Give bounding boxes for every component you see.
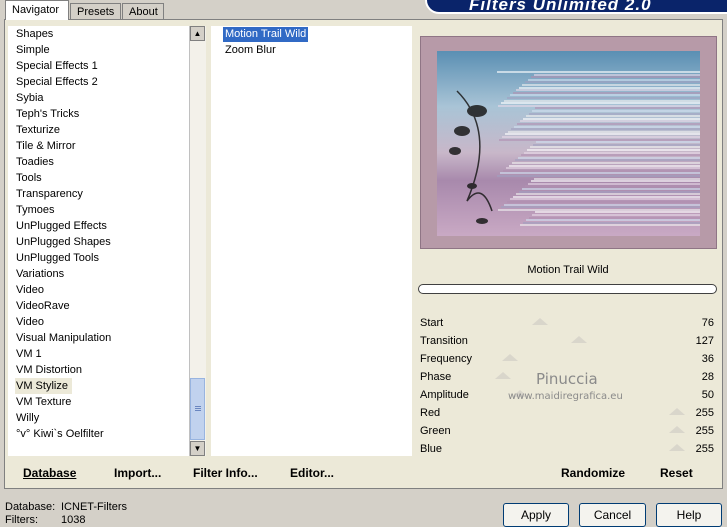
tab-presets[interactable]: Presets (70, 3, 121, 19)
category-item[interactable]: VM Texture (16, 394, 71, 410)
parameter-name: Start (420, 317, 444, 329)
banner-title: Filters Unlimited 2.0 (469, 0, 652, 14)
parameter-row[interactable]: Transition 127 (418, 332, 717, 350)
category-item[interactable]: Willy (16, 410, 39, 426)
parameter-slider[interactable] (482, 422, 685, 440)
database-label: Database: (5, 501, 56, 513)
reset-button[interactable]: Reset (660, 466, 693, 480)
tab-about[interactable]: About (122, 3, 164, 19)
help-button[interactable]: Help (656, 503, 722, 527)
filters-count: 1038 (61, 514, 86, 526)
category-item[interactable]: Transparency (16, 186, 83, 202)
filter-list[interactable] (211, 26, 412, 456)
database-button[interactable]: Database (23, 466, 76, 480)
parameter-slider[interactable] (482, 332, 677, 350)
parameter-value: 255 (695, 425, 714, 437)
parameter-name: Amplitude (420, 389, 469, 401)
category-scrollbar[interactable]: ▲ ▼ (189, 26, 206, 456)
parameter-name: Transition (420, 335, 468, 347)
slider-thumb[interactable] (669, 408, 685, 415)
parameter-row[interactable]: Start 76 (418, 314, 717, 332)
parameter-slider[interactable] (482, 350, 677, 368)
category-item[interactable]: °v° Kiwi`s Oelfilter (16, 426, 104, 442)
parameter-row[interactable]: Frequency 36 (418, 350, 717, 368)
category-item[interactable]: Sybia (16, 90, 44, 106)
editor-button[interactable]: Editor... (290, 466, 334, 480)
parameter-value: 255 (695, 443, 714, 455)
scroll-thumb[interactable] (190, 378, 205, 440)
category-item[interactable]: Texturize (16, 122, 60, 138)
category-item[interactable]: Video (16, 282, 44, 298)
category-item[interactable]: Shapes (16, 26, 53, 42)
slider-thumb[interactable] (501, 354, 518, 361)
scroll-down-button[interactable]: ▼ (190, 441, 205, 456)
parameter-value: 50 (701, 389, 714, 401)
slider-thumb[interactable] (495, 372, 512, 379)
database-value: ICNET-Filters (61, 501, 127, 513)
tab-navigator[interactable]: Navigator (5, 0, 69, 20)
parameter-value: 28 (701, 371, 714, 383)
parameter-name: Green (420, 425, 451, 437)
category-item[interactable]: VideoRave (16, 298, 70, 314)
parameter-row[interactable]: Green 255 (418, 422, 717, 440)
randomize-button[interactable]: Randomize (561, 466, 625, 480)
cancel-button[interactable]: Cancel (579, 503, 646, 527)
category-item[interactable]: VM Distortion (16, 362, 82, 378)
import-button[interactable]: Import... (114, 466, 161, 480)
category-item[interactable]: Simple (16, 42, 50, 58)
slider-thumb[interactable] (532, 318, 549, 325)
parameter-slider[interactable] (482, 440, 685, 458)
watermark-name: Pinuccia (536, 370, 598, 388)
parameter-value: 76 (701, 317, 714, 329)
slider-thumb[interactable] (669, 444, 685, 451)
filter-item-motion-trail-wild[interactable]: Motion Trail Wild (223, 27, 309, 42)
parameter-name: Phase (420, 371, 452, 383)
slider-thumb[interactable] (571, 336, 588, 343)
category-item[interactable]: UnPlugged Effects (16, 218, 107, 234)
parameter-row[interactable]: Blue 255 (418, 440, 717, 458)
parameter-value: 255 (695, 407, 714, 419)
parameter-slider[interactable] (482, 314, 677, 332)
apply-button[interactable]: Apply (503, 503, 569, 527)
category-item[interactable]: Tile & Mirror (16, 138, 75, 154)
parameter-slider[interactable] (482, 404, 685, 422)
watermark-url: www.maidiregrafica.eu (508, 391, 623, 402)
parameter-row[interactable]: Red 255 (418, 404, 717, 422)
category-item[interactable]: Video (16, 314, 44, 330)
title-banner: Filters Unlimited 2.0 (425, 0, 727, 14)
filter-info-button[interactable]: Filter Info... (193, 466, 258, 480)
category-item[interactable]: Tools (16, 170, 42, 186)
category-item[interactable]: Teph's Tricks (16, 106, 79, 122)
preview-filter-name: Motion Trail Wild (527, 264, 609, 276)
category-item[interactable]: UnPlugged Tools (16, 250, 99, 266)
parameter-value: 127 (695, 335, 714, 347)
category-item[interactable]: Special Effects 2 (16, 74, 98, 90)
filters-label: Filters: (5, 514, 38, 526)
parameter-name: Red (420, 407, 441, 419)
parameter-name: Blue (420, 443, 443, 455)
filter-item-zoom-blur[interactable]: Zoom Blur (223, 43, 278, 58)
category-item[interactable]: Tymoes (16, 202, 55, 218)
category-item[interactable]: Variations (16, 266, 64, 282)
preview-artwork (437, 51, 700, 236)
category-item[interactable]: VM Stylize (15, 378, 72, 394)
category-item[interactable]: Special Effects 1 (16, 58, 98, 74)
scroll-up-button[interactable]: ▲ (190, 26, 205, 41)
slider-thumb[interactable] (669, 426, 685, 433)
motion-streak (520, 224, 700, 227)
category-item[interactable]: VM 1 (16, 346, 42, 362)
category-item[interactable]: UnPlugged Shapes (16, 234, 111, 250)
preview-image (420, 36, 717, 249)
parameter-value: 36 (701, 353, 714, 365)
progress-bar (418, 284, 717, 294)
category-item[interactable]: Visual Manipulation (16, 330, 111, 346)
parameter-name: Frequency (420, 353, 472, 365)
category-item[interactable]: Toadies (16, 154, 54, 170)
